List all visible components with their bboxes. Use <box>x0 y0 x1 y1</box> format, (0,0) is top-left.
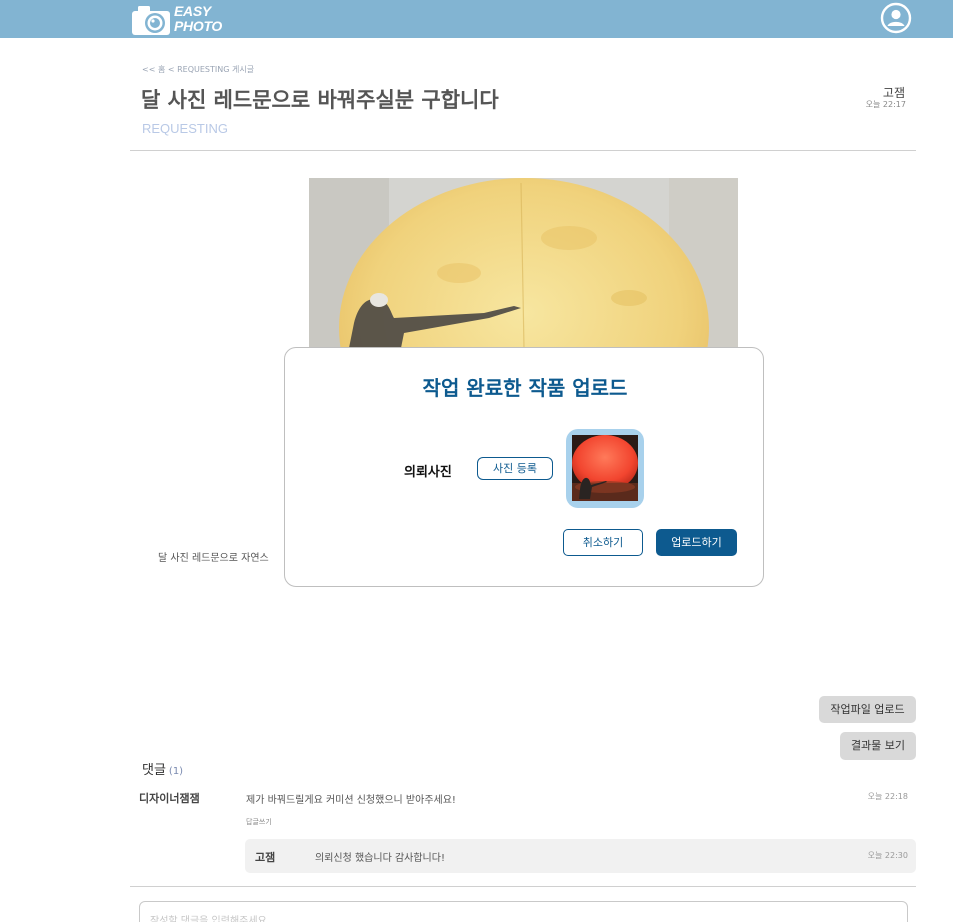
top-navigation-bar: EASY PHOTO <box>0 0 953 38</box>
reply-author: 고잼 <box>255 851 276 864</box>
post-body: 달 사진 레드문으로 자연스 <box>158 553 269 564</box>
breadcrumb[interactable]: << 홈 < REQUESTING 게시글 <box>142 64 254 75</box>
comment-input[interactable] <box>139 901 908 922</box>
comments-heading: 댓글 (1) <box>142 759 183 778</box>
view-result-button[interactable]: 결과물 보기 <box>840 732 916 760</box>
post-timestamp: 오늘 22:17 <box>865 100 906 109</box>
moon-photo-image <box>309 178 738 348</box>
comment-author: 디자이너잼잼 <box>139 792 200 805</box>
reply-timestamp: 오늘 22:30 <box>867 851 908 860</box>
profile-button[interactable] <box>880 2 912 34</box>
write-reply-link[interactable]: 답글쓰기 <box>246 817 272 827</box>
reply-text: 의뢰신청 했습니다 감사합니다! <box>315 853 445 864</box>
user-circle-icon <box>880 2 912 34</box>
header-divider <box>130 150 916 151</box>
camera-icon <box>132 6 170 35</box>
register-photo-button[interactable]: 사진 등록 <box>477 457 553 480</box>
reply-item: 고잼 의뢰신청 했습니다 감사합니다! 오늘 22:30 <box>245 839 916 873</box>
post-title: 달 사진 레드문으로 바꿔주실분 구합니다 <box>141 88 499 112</box>
logo-line-1: EASY <box>174 3 211 19</box>
comments-divider <box>130 886 916 887</box>
comments-heading-label: 댓글 <box>142 763 166 778</box>
easy-photo-logo[interactable]: EASY PHOTO <box>130 2 222 36</box>
uploaded-photo-thumbnail <box>566 429 644 508</box>
red-moon-thumbnail-image <box>572 435 638 501</box>
comments-count: (1) <box>168 766 184 777</box>
logo-line-2: PHOTO <box>174 18 223 34</box>
cancel-button[interactable]: 취소하기 <box>563 529 643 556</box>
request-photo <box>309 178 738 348</box>
upload-work-file-button[interactable]: 작업파일 업로드 <box>819 696 916 723</box>
comment-timestamp: 오늘 22:18 <box>867 792 908 801</box>
upload-modal: 작업 완료한 작품 업로드 의뢰사진 사진 등록 취소하기 업로드하기 <box>284 347 764 587</box>
modal-title: 작업 완료한 작품 업로드 <box>422 376 628 400</box>
upload-button[interactable]: 업로드하기 <box>656 529 737 556</box>
post-status: REQUESTING <box>142 121 228 136</box>
comment-text: 제가 바꿔드릴게요 커미션 신청했으니 받아주세요! <box>246 795 456 806</box>
request-photo-label: 의뢰사진 <box>404 465 452 480</box>
logo-text: EASY PHOTO <box>174 4 222 34</box>
